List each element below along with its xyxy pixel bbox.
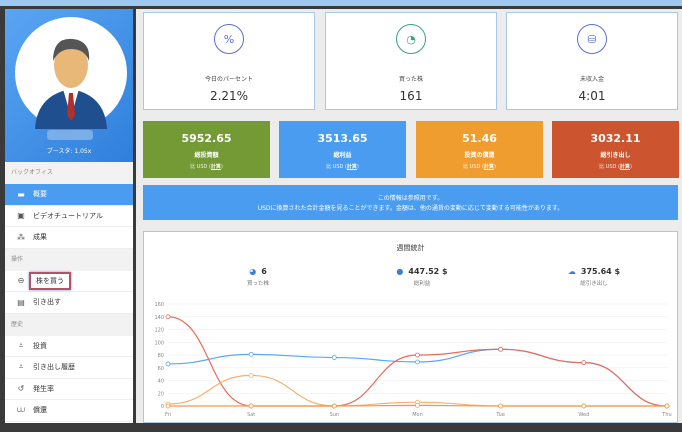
data-point (331, 403, 337, 409)
sidebar-section-title: 操作 (5, 248, 133, 271)
monitor-icon: ▣ (17, 211, 25, 221)
tray-icon: ⩊ (16, 405, 26, 415)
summary-card: ⛁ 未収入金 4:01 (506, 12, 678, 110)
sidebar-section-title: 歴史 (5, 313, 133, 336)
sidebar: ブースタ: 1.05x バックオフィス ▬ 概要 ▣ ビデオチュートリアル ⁂ 成果操作 ⊖ 株… (5, 9, 133, 423)
data-point (248, 403, 254, 409)
avatar (15, 17, 127, 129)
sidebar-item-label: 引き出す (33, 298, 61, 307)
calculate-link[interactable]: 計算 (211, 164, 221, 170)
y-tick-label: 60 (158, 366, 164, 372)
sidebar-item-label: 概要 (33, 190, 47, 199)
profile-header: ブースタ: 1.05x (5, 9, 133, 162)
briefcase-icon: ▬ (17, 189, 25, 199)
series-line (167, 348, 668, 407)
y-tick-label: 0 (161, 404, 164, 410)
sidebar-item-label: 発生率 (33, 384, 54, 393)
sidebar-item-label: 株を買う (29, 271, 71, 290)
banner-line1: この情報は参照用です。 (377, 195, 444, 202)
download-icon: ⩡ (18, 362, 24, 372)
y-tick-label: 140 (154, 315, 164, 321)
data-point (498, 346, 504, 352)
x-tick-label: Mon (412, 412, 423, 418)
x-tick-label: Tue (495, 412, 505, 418)
data-point (165, 403, 171, 409)
coins-clock-icon: ⛁ (577, 24, 607, 54)
data-point (165, 314, 171, 320)
y-tick-label: 100 (154, 340, 164, 346)
percent-icon: % (214, 24, 244, 54)
line-chart: 0 20 40 60 80 100 120 140 160 Fri Sat Sun Mon Tue Wed T… (154, 302, 671, 418)
sidebar-item[interactable]: ▣ ビデオチュートリアル (5, 206, 133, 227)
summary-card: % 今日のパーセント 2.21% (143, 12, 315, 110)
weekly-stats-card: 週間統計 ◕ 6 買った株 ● 447.52 $ 総利益 ☁ 375.64 $ 総引き出し … (143, 231, 678, 423)
y-tick-label: 80 (158, 353, 164, 359)
data-point (248, 351, 254, 357)
sidebar-item-label: 償還 (33, 406, 47, 415)
y-tick-label: 120 (154, 328, 164, 334)
x-tick-label: Sat (247, 412, 255, 418)
calculate-link[interactable]: 計算 (347, 164, 357, 170)
stat-card: 5952.65 総投資額比 USD (計算) (143, 121, 270, 178)
banner-line2: USDに換算された合計金額を見ることができます。金額は、他の通貨の変動に応じて変… (257, 205, 564, 212)
y-tick-label: 40 (158, 379, 164, 385)
sidebar-item[interactable]: ▬ 概要 (5, 184, 133, 206)
sidebar-item[interactable]: ▤ 引き出す (5, 292, 133, 314)
pie-icon: ◔ (396, 24, 426, 54)
stat-card: 3032.11 総引き出し比 USD (計算) (552, 121, 679, 178)
y-tick-label: 160 (154, 302, 164, 308)
booster-label: ブースタ: 1.05x (46, 148, 92, 155)
sidebar-item[interactable]: ⊖ 株を買う (5, 271, 133, 292)
sidebar-item[interactable]: ↺ 発生率 (5, 379, 133, 400)
summary-card: ◔ 買った株 161 (325, 12, 497, 110)
sidebar-item-label: 成果 (33, 233, 47, 242)
sidebar-item[interactable]: ⁂ 成果 (5, 227, 133, 249)
data-point (248, 372, 254, 378)
sidebar-item[interactable]: ⩊ 償還 (5, 400, 133, 422)
sitemap-icon: ⁂ (17, 232, 25, 242)
x-tick-label: Sun (330, 412, 340, 418)
data-point (165, 361, 171, 367)
wallet-icon: ▤ (17, 297, 25, 307)
data-point (415, 402, 420, 408)
stat-card: 3513.65 総利益比 USD (計算) (279, 121, 406, 178)
x-tick-label: Wed (578, 412, 589, 418)
stat-card: 51.46 投資の償還比 USD (計算) (416, 121, 543, 178)
sidebar-item[interactable]: ⩡ 投資 (5, 336, 133, 357)
calculate-link[interactable]: 計算 (620, 164, 630, 170)
x-tick-label: Fri (165, 412, 171, 418)
download-icon: ⩡ (18, 340, 24, 350)
data-point (498, 403, 504, 409)
data-point (331, 355, 337, 360)
sidebar-item-label: 引き出し履歴 (33, 363, 75, 372)
sidebar-item[interactable]: ⩡ 引き出し履歴 (5, 357, 133, 379)
sidebar-section-title: バックオフィス (5, 162, 133, 184)
y-tick-label: 20 (158, 391, 164, 397)
cart-icon: ⊖ (17, 276, 25, 286)
username-placeholder (47, 130, 93, 140)
info-banner: この情報は参照用です。 USDに換算された合計金額を見ることができます。金額は、… (143, 185, 678, 220)
data-point (415, 359, 420, 365)
data-point (664, 403, 670, 409)
x-tick-label: Thu (661, 412, 671, 418)
calculate-link[interactable]: 計算 (484, 164, 494, 170)
data-point (415, 352, 420, 358)
data-point (581, 403, 587, 409)
history-icon: ↺ (17, 384, 25, 394)
data-point (581, 360, 587, 366)
sidebar-item-label: 投資 (33, 341, 47, 350)
sidebar-item-label: ビデオチュートリアル (33, 211, 103, 220)
